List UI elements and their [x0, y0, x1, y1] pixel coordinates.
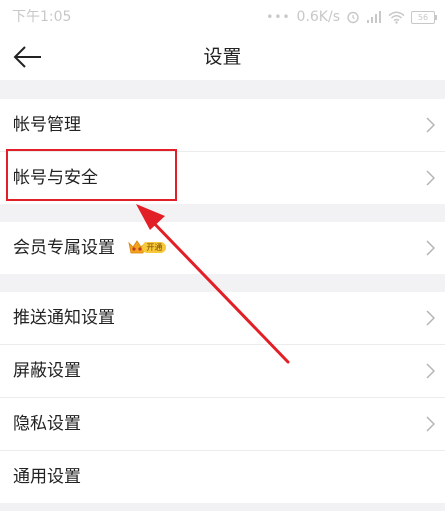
nav-bar: 设置 — [0, 34, 445, 80]
settings-item-privacy[interactable]: 隐私设置 — [0, 397, 445, 450]
arrow-left-icon — [13, 46, 41, 68]
vip-badge-label: 开通 — [142, 242, 167, 253]
settings-item-account-security[interactable]: 帐号与安全 — [0, 151, 445, 204]
settings-group-vip: 会员专属设置 开通 — [0, 222, 445, 274]
status-time: 下午1:05 — [12, 9, 72, 25]
status-indicators: ••• 0.6K/s 56 — [266, 8, 437, 26]
status-bar: 下午1:05 ••• 0.6K/s 56 — [0, 0, 445, 34]
chevron-right-icon — [426, 363, 435, 379]
settings-item-label: 隐私设置 — [13, 414, 81, 434]
chevron-right-icon — [426, 170, 435, 186]
settings-item-push-notifications[interactable]: 推送通知设置 — [0, 292, 445, 344]
settings-item-label: 帐号管理 — [13, 115, 81, 135]
settings-group-general: 推送通知设置 屏蔽设置 隐私设置 通用设置 — [0, 292, 445, 503]
settings-group-account: 帐号管理 帐号与安全 — [0, 99, 445, 204]
network-speed: 0.6K/s — [296, 9, 340, 25]
vip-badge: 开通 — [128, 239, 168, 255]
settings-item-label: 屏蔽设置 — [13, 361, 81, 381]
more-dots-icon: ••• — [266, 10, 291, 24]
signal-icon — [366, 10, 382, 24]
chevron-right-icon — [426, 310, 435, 326]
back-button[interactable] — [12, 42, 46, 72]
settings-item-vip-settings[interactable]: 会员专属设置 开通 — [0, 222, 445, 274]
settings-item-block-settings[interactable]: 屏蔽设置 — [0, 344, 445, 397]
settings-item-general[interactable]: 通用设置 — [0, 450, 445, 503]
page-title: 设置 — [203, 46, 242, 68]
chevron-right-icon — [426, 240, 435, 256]
chevron-right-icon — [426, 117, 435, 133]
chevron-right-icon — [426, 416, 435, 432]
wifi-icon — [388, 11, 405, 24]
battery-icon: 56 — [411, 10, 437, 24]
settings-item-label: 会员专属设置 — [13, 238, 115, 258]
settings-item-label: 推送通知设置 — [13, 308, 115, 328]
alarm-icon — [346, 10, 360, 24]
settings-item-account-management[interactable]: 帐号管理 — [0, 99, 445, 151]
settings-item-label: 通用设置 — [13, 467, 81, 487]
settings-item-label: 帐号与安全 — [13, 168, 98, 188]
